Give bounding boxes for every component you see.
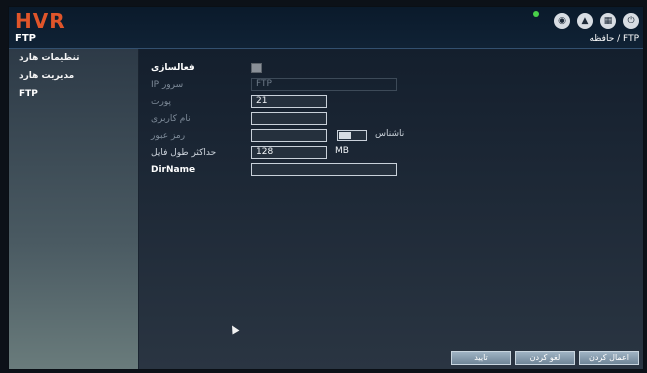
port-field[interactable]: 21 <box>251 95 327 108</box>
ftp-settings-form: فعالسازی سرور IP FTP پورت 21 نام کاربری … <box>139 49 643 369</box>
max-file-label: حداکثر طول فایل <box>151 148 217 158</box>
max-file-unit: MB <box>335 146 349 156</box>
password-field[interactable] <box>251 129 327 142</box>
anonymous-label: ناشناس <box>375 129 405 139</box>
max-file-row: حداکثر طول فایل 128 MB <box>139 146 643 162</box>
dirname-field[interactable] <box>251 163 397 176</box>
sidebar: تنظیمات هارد مدیریت هارد FTP <box>9 49 139 369</box>
grid-icon[interactable]: ▦ <box>600 13 616 29</box>
password-label: رمز عبور <box>151 131 186 141</box>
username-label: نام کاربری <box>151 114 191 124</box>
port-label: پورت <box>151 97 171 107</box>
sidebar-item-disk-settings[interactable]: تنظیمات هارد <box>9 49 138 67</box>
power-icon[interactable]: ⏻ <box>623 13 639 29</box>
username-row: نام کاربری <box>139 112 643 128</box>
page-title: FTP <box>15 33 36 44</box>
top-icon-bar: ◉ ▲ ▦ ⏻ <box>554 13 639 29</box>
enable-row: فعالسازی <box>139 61 643 77</box>
apply-button[interactable]: اعمال کردن <box>579 351 639 365</box>
max-file-field[interactable]: 128 <box>251 146 327 159</box>
sidebar-item-ftp[interactable]: FTP <box>9 85 138 103</box>
ip-label: سرور IP <box>151 80 184 90</box>
ip-field[interactable]: FTP <box>251 78 397 91</box>
dvr-screen: HVR FTP حافظه / FTP ◉ ▲ ▦ ⏻ تنظیمات هارد… <box>8 6 644 370</box>
top-bar: HVR FTP حافظه / FTP ◉ ▲ ▦ ⏻ <box>9 7 643 49</box>
dirname-row: DirName <box>139 163 643 179</box>
camera-icon[interactable]: ◉ <box>554 13 570 29</box>
dirname-label: DirName <box>151 165 196 175</box>
cancel-button[interactable]: لغو کردن <box>515 351 575 365</box>
logo: HVR <box>15 9 66 33</box>
anonymous-toggle[interactable] <box>337 130 367 141</box>
port-row: پورت 21 <box>139 95 643 111</box>
enable-checkbox[interactable] <box>251 63 262 73</box>
confirm-button[interactable]: تایید <box>451 351 511 365</box>
breadcrumb: حافظه / FTP <box>589 34 639 44</box>
sidebar-item-disk-management[interactable]: مدیریت هارد <box>9 67 138 85</box>
action-buttons: تایید لغو کردن اعمال کردن <box>451 351 639 365</box>
toggle-knob <box>339 132 351 139</box>
status-dot <box>533 11 539 17</box>
enable-label: فعالسازی <box>151 63 195 73</box>
ip-row: سرور IP FTP <box>139 78 643 94</box>
alarm-icon[interactable]: ▲ <box>577 13 593 29</box>
password-row: رمز عبور ناشناس <box>139 129 643 145</box>
username-field[interactable] <box>251 112 327 125</box>
